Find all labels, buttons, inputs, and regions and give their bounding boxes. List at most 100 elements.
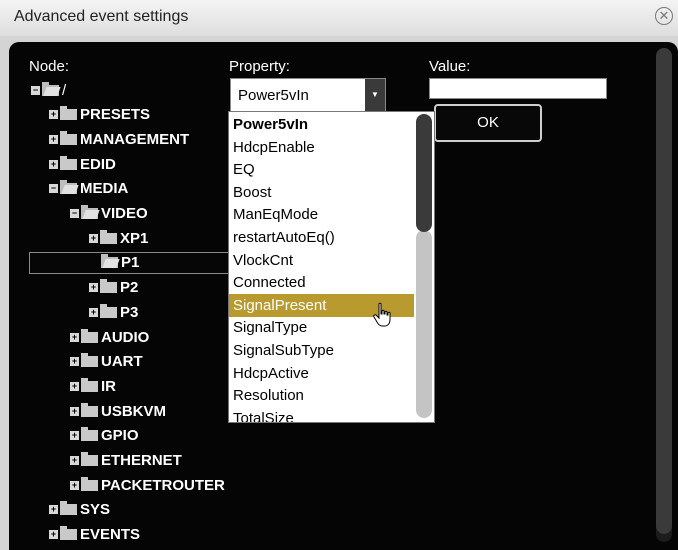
dropdown-option[interactable]: SignalSubType: [229, 339, 414, 362]
tree-node-label: USBKVM: [101, 402, 167, 420]
tree-node-label: P2: [120, 279, 139, 297]
tree-node-label: AUDIO: [101, 328, 150, 346]
dropdown-option[interactable]: HdcpActive: [229, 362, 414, 385]
tree-node-sys[interactable]: + SYS: [49, 499, 110, 521]
plus-box-icon[interactable]: +: [89, 233, 98, 243]
hand-pointer-icon: [373, 302, 391, 327]
folder-icon: [100, 303, 117, 318]
plus-box-icon[interactable]: +: [70, 406, 79, 416]
tree-node-presets[interactable]: + PRESETS: [49, 104, 150, 126]
folder-open-icon: [42, 81, 59, 96]
tree-node-management[interactable]: + MANAGEMENT: [49, 128, 189, 150]
dropdown-option[interactable]: restartAutoEq(): [229, 226, 414, 249]
plus-box-icon[interactable]: +: [49, 505, 58, 515]
folder-open-icon: [60, 180, 77, 195]
dropdown-option[interactable]: TotalSize: [229, 407, 414, 422]
property-select[interactable]: Power5vIn ▼: [230, 78, 386, 112]
plus-box-icon[interactable]: +: [89, 283, 98, 293]
dropdown-scrollbar-thumb[interactable]: [416, 114, 432, 232]
plus-box-icon[interactable]: +: [70, 357, 79, 367]
tree-node-uart[interactable]: + UART: [70, 351, 143, 373]
plus-box-icon[interactable]: +: [49, 530, 58, 540]
plus-box-icon[interactable]: +: [49, 159, 58, 169]
folder-icon: [81, 402, 98, 417]
value-label: Value:: [429, 58, 471, 75]
dropdown-option[interactable]: ManEqMode: [229, 203, 414, 226]
tree-node-gpio[interactable]: + GPIO: [70, 425, 139, 447]
title-bar: Advanced event settings ✕: [0, 0, 678, 36]
tree-node-ir[interactable]: + IR: [70, 375, 116, 397]
tree-node-edid[interactable]: + EDID: [49, 153, 116, 175]
plus-box-icon[interactable]: +: [70, 332, 79, 342]
close-icon[interactable]: ✕: [655, 7, 673, 25]
minus-box-icon[interactable]: −: [31, 85, 40, 95]
dropdown-option[interactable]: EQ: [229, 158, 414, 181]
folder-icon: [81, 476, 98, 491]
folder-open-icon: [101, 254, 118, 269]
tree-node-audio[interactable]: + AUDIO: [70, 326, 149, 348]
plus-box-icon[interactable]: +: [89, 307, 98, 317]
ok-button[interactable]: OK: [434, 104, 542, 142]
folder-icon: [100, 229, 117, 244]
folder-icon: [60, 526, 77, 541]
tree-node-p2[interactable]: + P2: [89, 277, 138, 299]
tree-node-label: SYS: [80, 501, 111, 519]
plus-box-icon[interactable]: +: [70, 381, 79, 391]
tree-node-usbkvm[interactable]: + USBKVM: [70, 400, 166, 422]
tree-node-label: XP1: [120, 229, 149, 247]
tree-node-label: /: [62, 81, 67, 99]
node-label: Node:: [29, 58, 70, 75]
folder-icon: [81, 377, 98, 392]
folder-icon: [60, 130, 77, 145]
tree-node-label: EDID: [80, 155, 116, 173]
plus-box-icon[interactable]: +: [70, 480, 79, 490]
dropdown-option[interactable]: VlockCnt: [229, 249, 414, 272]
tree-node-events[interactable]: + EVENTS: [49, 524, 140, 546]
minus-box-icon[interactable]: −: [49, 184, 58, 194]
tree-node-label: P1: [121, 254, 140, 272]
dropdown-option[interactable]: Power5vIn: [229, 113, 414, 136]
folder-icon: [60, 155, 77, 170]
plus-box-icon[interactable]: +: [70, 431, 79, 441]
plus-box-icon[interactable]: +: [70, 456, 79, 465]
dropdown-option[interactable]: Resolution: [229, 384, 414, 407]
folder-icon: [81, 353, 98, 368]
tree-node-label: MEDIA: [80, 180, 129, 198]
tree-node-root[interactable]: − /: [31, 79, 66, 101]
tree-node-label: EVENTS: [80, 526, 141, 544]
tree-node-label: ETHERNET: [101, 452, 182, 469]
tree-node-label: VIDEO: [101, 205, 148, 222]
tree-node-label: P3: [120, 303, 139, 321]
dropdown-scrollbar-track: [416, 230, 432, 418]
main-scrollbar-thumb[interactable]: [656, 48, 672, 534]
property-dropdown-list: TotalSize Resolution HdcpActive SignalSubTy…: [228, 111, 435, 423]
dropdown-option[interactable]: HdcpEnable: [229, 136, 414, 159]
tree-node-label: MANAGEMENT: [80, 130, 190, 148]
folder-icon: [81, 328, 98, 343]
folder-icon: [81, 427, 98, 442]
chevron-down-icon[interactable]: ▼: [365, 79, 385, 111]
folder-open-icon: [81, 205, 98, 219]
tree-node-video[interactable]: − VIDEO: [70, 203, 148, 225]
tree-node-media[interactable]: − MEDIA: [49, 178, 128, 200]
plus-box-icon[interactable]: +: [49, 110, 58, 120]
dropdown-option[interactable]: Boost: [229, 181, 414, 204]
tree-node-p3[interactable]: + P3: [89, 301, 138, 323]
folder-icon: [60, 501, 77, 516]
main-scrollbar[interactable]: [656, 48, 672, 542]
dropdown-scrollbar[interactable]: [414, 112, 434, 422]
tree-node-xp1[interactable]: + XP1: [89, 227, 148, 249]
property-select-value: Power5vIn: [238, 87, 309, 104]
window-title: Advanced event settings: [14, 8, 189, 25]
tree-node-label: PACKETROUTER: [101, 476, 225, 494]
plus-box-icon[interactable]: +: [49, 134, 58, 144]
minus-box-icon[interactable]: −: [70, 209, 79, 218]
tree-node-p1[interactable]: P1: [29, 251, 229, 274]
tree-node-label: UART: [101, 353, 143, 371]
tree-node-label: IR: [101, 377, 116, 395]
tree-node-ethernet[interactable]: + ETHERNET: [70, 450, 182, 472]
dropdown-option[interactable]: Connected: [229, 271, 414, 294]
tree-node-packetrouter[interactable]: + PACKETROUTER: [70, 474, 225, 496]
value-input[interactable]: [429, 78, 607, 99]
property-label: Property:: [229, 58, 290, 75]
